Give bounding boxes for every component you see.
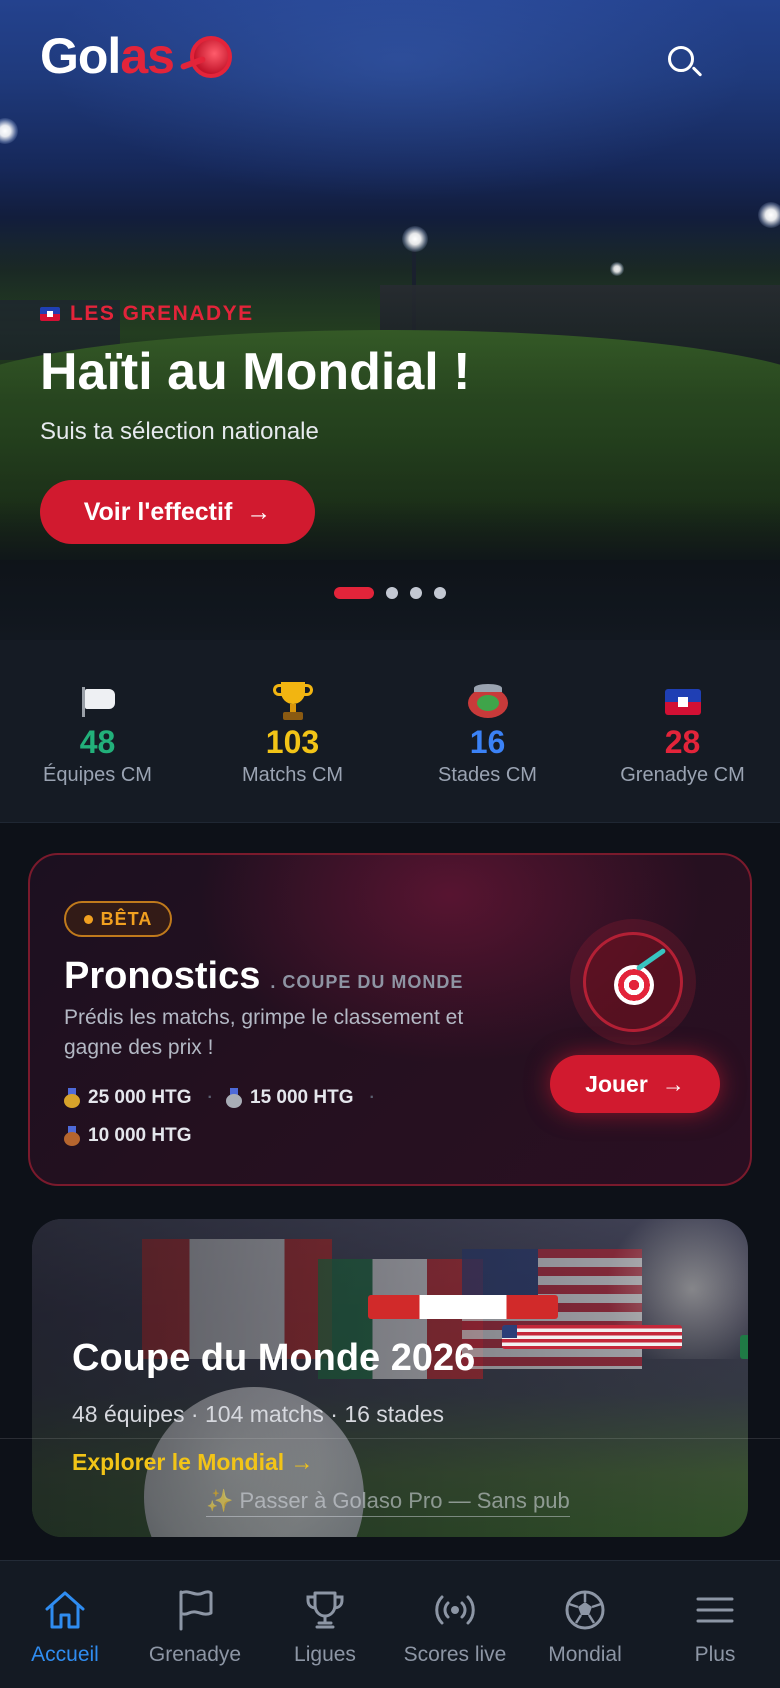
home-icon — [45, 1591, 85, 1629]
haiti-flag-icon — [664, 689, 701, 715]
arrow-right-icon: → — [661, 1070, 685, 1097]
carousel-dot[interactable] — [386, 587, 398, 599]
haiti-flag-icon — [40, 307, 60, 321]
view-squad-button[interactable]: Voir l'effectif → — [40, 480, 315, 544]
hero-tag: LES GRENADYE — [40, 302, 254, 326]
world-cup-title: Coupe du Monde 2026 — [72, 1337, 476, 1379]
hero-banner[interactable]: Golas LES GRENADYE Haïti au Mondial ! Su… — [0, 0, 780, 640]
carousel-dot[interactable] — [334, 587, 374, 599]
stat-teams[interactable]: 48 Équipes CM — [0, 640, 195, 822]
predictions-description: Prédis les matchs, grimpe le classement … — [64, 1006, 464, 1059]
hero-tag-text: LES GRENADYE — [70, 302, 254, 325]
stat-value: 28 — [664, 724, 701, 760]
menu-icon — [696, 1597, 734, 1623]
carousel-dot[interactable] — [434, 587, 446, 599]
stadium-icon — [467, 684, 508, 720]
predictions-title: Pronostics . COUPE DU MONDE — [64, 955, 464, 997]
trophy-icon — [272, 682, 313, 722]
target-badge — [570, 919, 696, 1045]
stat-grenadye[interactable]: 28 Grenadye CM — [585, 640, 780, 822]
beta-badge: BÊTA — [64, 901, 172, 937]
nav-item-scores-live[interactable]: Scores live — [390, 1561, 520, 1688]
carousel-dot[interactable] — [410, 587, 422, 599]
prize-first: 25 000 HTG · — [64, 1087, 213, 1109]
broadcast-icon — [435, 1595, 475, 1625]
divider — [0, 1438, 780, 1439]
view-squad-label: Voir l'effectif — [83, 497, 233, 526]
nav-item-plus[interactable]: Plus — [650, 1561, 780, 1688]
canada-flag-icon — [368, 1295, 558, 1319]
carousel-indicator — [334, 587, 446, 599]
nav-item-grenadye[interactable]: Grenadye — [130, 1561, 260, 1688]
stat-value: 103 — [265, 724, 320, 760]
stat-matches[interactable]: 103 Matchs CM — [195, 640, 390, 822]
bronze-medal-icon — [64, 1126, 80, 1146]
stats-bar: 48 Équipes CM 103 Matchs CM 16 Stades CM… — [0, 640, 780, 823]
usa-flag-icon — [502, 1325, 682, 1349]
floodlight — [758, 202, 780, 228]
stat-label: Matchs CM — [241, 764, 344, 786]
stat-label: Équipes CM — [43, 764, 152, 786]
search-icon — [668, 46, 694, 72]
stat-value: 16 — [469, 724, 506, 760]
flag-icon — [179, 1590, 213, 1631]
nav-item-mondial[interactable]: Mondial — [520, 1561, 650, 1688]
target-icon — [614, 965, 654, 1005]
hero-title: Haïti au Mondial ! — [40, 343, 471, 401]
gold-medal-icon — [64, 1088, 80, 1108]
upgrade-pro-link[interactable]: ✨ Passer à Golaso Pro — Sans pub — [206, 1488, 570, 1517]
trophy-icon — [306, 1591, 344, 1629]
predictions-subtitle: . COUPE DU MONDE — [270, 972, 464, 992]
prize-second: 15 000 HTG · — [226, 1087, 375, 1109]
nav-item-ligues[interactable]: Ligues — [260, 1561, 390, 1688]
app-logo[interactable]: Golas — [40, 28, 175, 84]
arrow-right-icon: → — [246, 497, 272, 526]
host-flags — [72, 1295, 748, 1359]
stat-label: Grenadye CM — [620, 764, 745, 786]
bottom-nav: Accueil Grenadye Ligues Scores live Mond… — [0, 1560, 780, 1688]
logo-ball-icon — [190, 36, 232, 78]
dart-icon — [635, 947, 667, 972]
hero-subtitle: Suis ta sélection nationale — [40, 418, 319, 445]
explore-world-cup-link[interactable]: Explorer le Mondial → — [72, 1449, 314, 1476]
play-button[interactable]: Jouer → — [550, 1055, 720, 1113]
prize-third: 10 000 HTG — [64, 1125, 192, 1147]
nav-item-accueil[interactable]: Accueil — [0, 1561, 130, 1688]
world-cup-subtitle: 48 équipes · 104 matchs · 16 stades — [72, 1401, 445, 1427]
silver-medal-icon — [226, 1088, 242, 1108]
search-button[interactable] — [664, 42, 704, 82]
soccer-ball-icon — [565, 1590, 605, 1630]
stat-stadiums[interactable]: 16 Stades CM — [390, 640, 585, 822]
mexico-flag-icon — [740, 1335, 748, 1359]
predictions-card[interactable]: BÊTA Pronostics . COUPE DU MONDE Prédis … — [28, 853, 752, 1186]
stat-value: 48 — [79, 724, 116, 760]
white-flag-icon — [80, 687, 116, 717]
stat-label: Stades CM — [438, 764, 537, 786]
